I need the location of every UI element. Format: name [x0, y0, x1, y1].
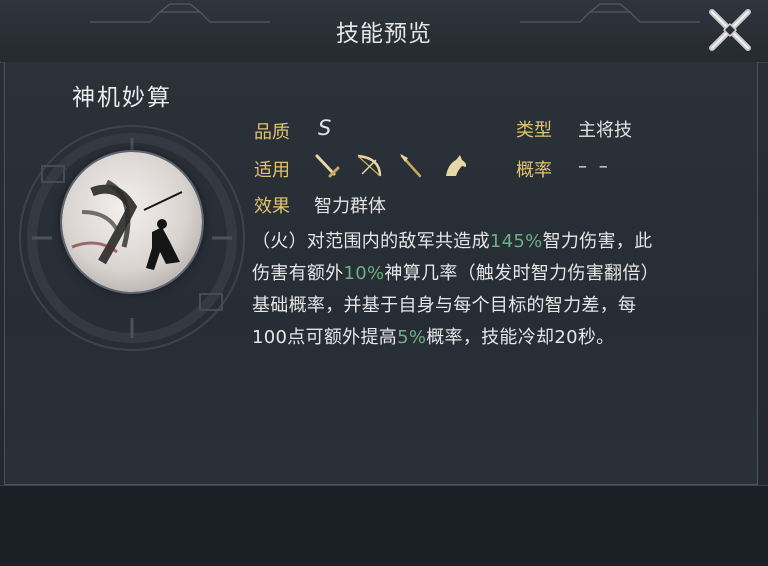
description-line-3: 基础概率，并基于自身与每个目标的智力差，每: [252, 295, 637, 316]
ink-warrior-skill-icon: [71, 179, 183, 270]
effect-value: 智力群体: [314, 196, 386, 217]
probability-label: 概率: [516, 160, 552, 181]
effect-label: 效果: [254, 196, 290, 217]
damage-percent: 145%: [489, 231, 543, 252]
skill-icon[interactable]: [62, 152, 202, 292]
description-line-2: 伤害有额外10%神算几率（触发时智力伤害翻倍）: [252, 263, 659, 284]
spear-icon: [400, 154, 422, 178]
sword-icon: [315, 154, 340, 178]
probability-value: – –: [578, 156, 611, 177]
bottom-band: [0, 485, 768, 566]
quality-label: 品质: [254, 122, 290, 143]
skill-description: （火）对范围内的敌军共造成145%智力伤害，此 伤害有额外10%神算几率（触发时…: [252, 226, 732, 354]
type-label: 类型: [516, 120, 552, 141]
horse-icon: [446, 155, 467, 176]
quality-value: S: [318, 116, 332, 140]
skill-name: 神机妙算: [72, 85, 172, 111]
description-line-4: 100点可额外提高5%概率，技能冷却20秒。: [252, 327, 615, 348]
window-title: 技能预览: [336, 21, 432, 47]
bonus-percent: 5%: [397, 327, 427, 348]
close-icon[interactable]: [704, 4, 756, 56]
description-line-1: （火）对范围内的敌军共造成145%智力伤害，此: [252, 231, 653, 252]
skill-preview-panel: 技能预览 神机妙算 品质 S 类型 主将技 适用 概率 – – 效果 智力群体 …: [0, 0, 768, 566]
extra-chance-percent: 10%: [343, 263, 385, 284]
bow-icon: [357, 154, 382, 177]
applicable-label: 适用: [254, 160, 290, 181]
type-value: 主将技: [578, 120, 632, 141]
title-bar: 技能预览: [0, 0, 768, 63]
